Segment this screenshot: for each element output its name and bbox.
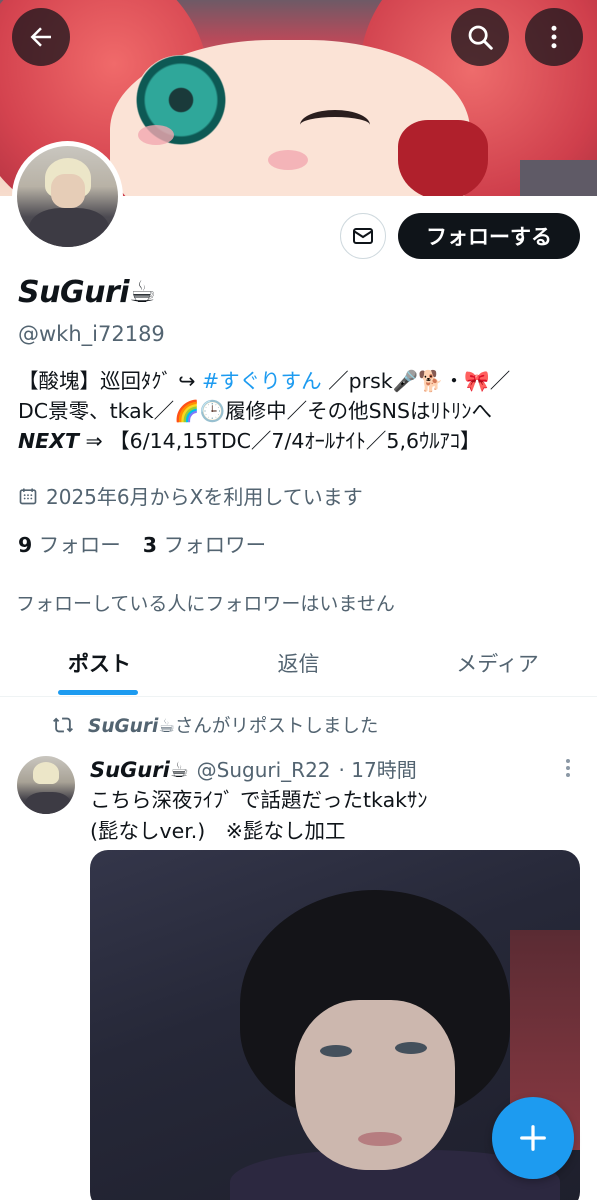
tab-posts[interactable]: ポスト xyxy=(0,640,199,696)
following-link[interactable]: 9 フォロー xyxy=(18,528,121,558)
repost-user[interactable]: SuGuri☕ xyxy=(88,716,175,737)
bio-hashtag-link[interactable]: #すぐりすん xyxy=(202,369,322,393)
bio-text: DC景零、tkak／🌈🕒履修中／その他SNSはﾘﾄﾘﾝへ xyxy=(18,399,492,423)
followers-label: フォロワー xyxy=(163,533,267,557)
repost-indicator[interactable]: SuGuri☕さんがリポストしました xyxy=(52,712,378,738)
back-button[interactable] xyxy=(12,8,70,66)
post-avatar[interactable] xyxy=(17,756,75,814)
search-button[interactable] xyxy=(451,8,509,66)
profile-avatar[interactable] xyxy=(12,141,123,252)
post-timestamp[interactable]: · 17時間 xyxy=(339,754,417,783)
more-vertical-icon xyxy=(551,25,557,49)
banner-art xyxy=(300,110,370,140)
following-count: 9 xyxy=(18,533,33,557)
bio-text: ／prsk🎤🐕・🎀／ xyxy=(321,369,511,393)
post-more-button[interactable] xyxy=(558,756,578,780)
arrow-left-icon xyxy=(30,27,51,47)
plus-icon xyxy=(520,1125,546,1151)
post-author-handle[interactable]: @Suguri_R22 xyxy=(197,758,331,782)
calendar-icon xyxy=(19,488,37,504)
repost-icon xyxy=(53,717,73,733)
bio-text: ⇒ 【6/14,15TDC／7/4ｵｰﾙﾅｲﾄ／5,6ｳﾙｱｺ】 xyxy=(78,429,481,453)
joined-date: 2025年6月からXを利用しています xyxy=(18,481,363,510)
bio-text: 【酸塊】巡回ﾀｸﾞ ↪ xyxy=(18,369,202,393)
follow-button[interactable]: フォローする xyxy=(398,213,580,259)
profile-handle: @wkh_i72189 xyxy=(18,322,165,346)
envelope-icon xyxy=(353,228,373,244)
post-text[interactable]: こちら深夜ﾗｲﾌﾞ で話題だったtkakｻﾝ (髭なしver.) ※髭なし加工 xyxy=(90,785,580,847)
search-icon xyxy=(468,25,493,50)
post-text-line: (髭なしver.) ※髭なし加工 xyxy=(90,819,346,843)
active-tab-indicator xyxy=(58,690,138,695)
post-author-name[interactable]: SuGuri☕ xyxy=(90,758,189,782)
tab-label: 返信 xyxy=(277,652,320,676)
banner-art xyxy=(138,125,174,145)
followers-count: 3 xyxy=(142,533,158,557)
joined-text: 2025年6月からXを利用しています xyxy=(46,485,363,509)
avatar-image xyxy=(17,146,118,247)
following-label: フォロー xyxy=(38,533,121,557)
followers-link[interactable]: 3 フォロワー xyxy=(143,528,266,558)
more-vertical-icon xyxy=(566,759,570,777)
message-button[interactable] xyxy=(340,213,386,259)
banner-art xyxy=(520,160,597,196)
compose-post-button[interactable] xyxy=(492,1097,574,1179)
profile-name: SuGuri☕ xyxy=(18,275,156,310)
more-button[interactable] xyxy=(525,8,583,66)
follow-counts: 9 フォロー 3 フォロワー xyxy=(18,528,266,558)
tab-label: メディア xyxy=(456,652,539,676)
repost-suffix: さんがリポストしました xyxy=(174,716,379,737)
tab-label: ポスト xyxy=(68,652,131,676)
followed-by-note: フォローしている人にフォロワーはいません xyxy=(16,593,395,615)
post-header: SuGuri☕ @Suguri_R22 · 17時間 xyxy=(90,754,417,783)
tab-replies[interactable]: 返信 xyxy=(199,640,398,696)
profile-tabs: ポスト 返信 メディア xyxy=(0,640,597,697)
banner-art xyxy=(398,120,488,196)
banner-art xyxy=(268,150,308,170)
post-text-line: こちら深夜ﾗｲﾌﾞ で話題だったtkakｻﾝ xyxy=(90,788,428,812)
tab-media[interactable]: メディア xyxy=(398,640,597,696)
bio-next-label: NEXT xyxy=(18,429,79,453)
profile-bio: 【酸塊】巡回ﾀｸﾞ ↪ #すぐりすん ／prsk🎤🐕・🎀／ DC景零、tkak／… xyxy=(18,366,593,456)
